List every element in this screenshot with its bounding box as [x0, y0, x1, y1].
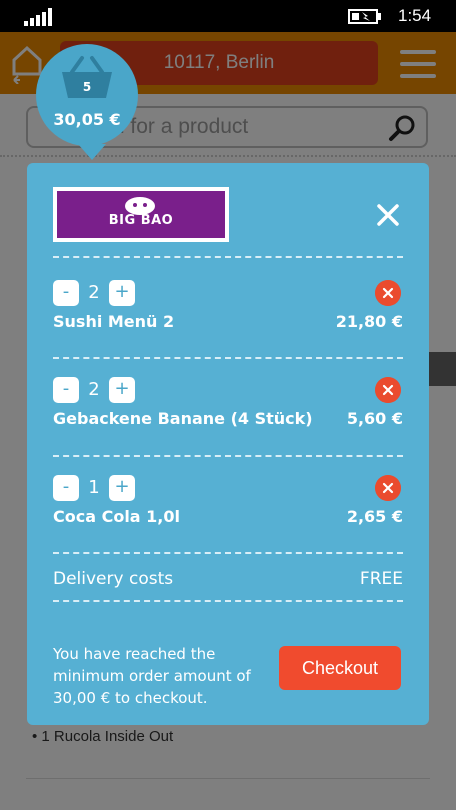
item-price: 21,80 €	[335, 312, 403, 331]
item-name: Gebackene Banane (4 Stück)	[53, 409, 313, 428]
battery-charging-icon	[348, 9, 381, 24]
delivery-costs-value: FREE	[359, 569, 403, 589]
logo-mark-icon	[125, 197, 155, 215]
item-quantity: 2	[88, 282, 100, 303]
minimum-order-notice: You have reached the minimum order amoun…	[53, 645, 251, 707]
item-price: 5,60 €	[346, 409, 403, 428]
status-bar: 1:54	[0, 0, 456, 32]
basket-item: - 2 + Gebackene Banane (4 Stück) 5,60 €	[53, 377, 403, 433]
item-name: Sushi Menü 2	[53, 312, 175, 331]
remove-item-icon[interactable]	[375, 377, 401, 403]
basket-icon	[62, 56, 112, 98]
popover-pointer	[78, 144, 106, 160]
close-icon[interactable]	[374, 201, 402, 229]
checkout-button[interactable]: Checkout	[279, 646, 401, 690]
decrease-quantity-button[interactable]: -	[53, 475, 79, 501]
remove-item-icon[interactable]	[375, 475, 401, 501]
basket-badge[interactable]: 5 30,05 €	[36, 44, 138, 146]
item-quantity: 2	[88, 379, 100, 400]
basket-count: 5	[82, 80, 92, 94]
item-quantity: 1	[88, 477, 100, 498]
decrease-quantity-button[interactable]: -	[53, 280, 79, 306]
signal-bars-icon	[24, 8, 52, 26]
basket-panel: BIG BAO - 2 + Sushi Menü 2 21,80 € - 2 +…	[27, 163, 429, 725]
divider	[53, 600, 403, 602]
clock: 1:54	[398, 6, 432, 25]
increase-quantity-button[interactable]: +	[109, 475, 135, 501]
basket-total: 30,05 €	[53, 110, 121, 129]
divider	[53, 256, 403, 258]
increase-quantity-button[interactable]: +	[109, 280, 135, 306]
item-price: 2,65 €	[346, 507, 403, 526]
increase-quantity-button[interactable]: +	[109, 377, 135, 403]
decrease-quantity-button[interactable]: -	[53, 377, 79, 403]
basket-item: - 2 + Sushi Menü 2 21,80 €	[53, 280, 403, 336]
restaurant-logo: BIG BAO	[53, 187, 229, 242]
divider	[53, 455, 403, 457]
basket-item: - 1 + Coca Cola 1,0l 2,65 €	[53, 475, 403, 531]
restaurant-logo-text: BIG BAO	[108, 213, 174, 228]
remove-item-icon[interactable]	[375, 280, 401, 306]
divider	[53, 552, 403, 554]
delivery-costs-label: Delivery costs	[53, 569, 174, 589]
divider	[53, 357, 403, 359]
item-name: Coca Cola 1,0l	[53, 507, 180, 526]
